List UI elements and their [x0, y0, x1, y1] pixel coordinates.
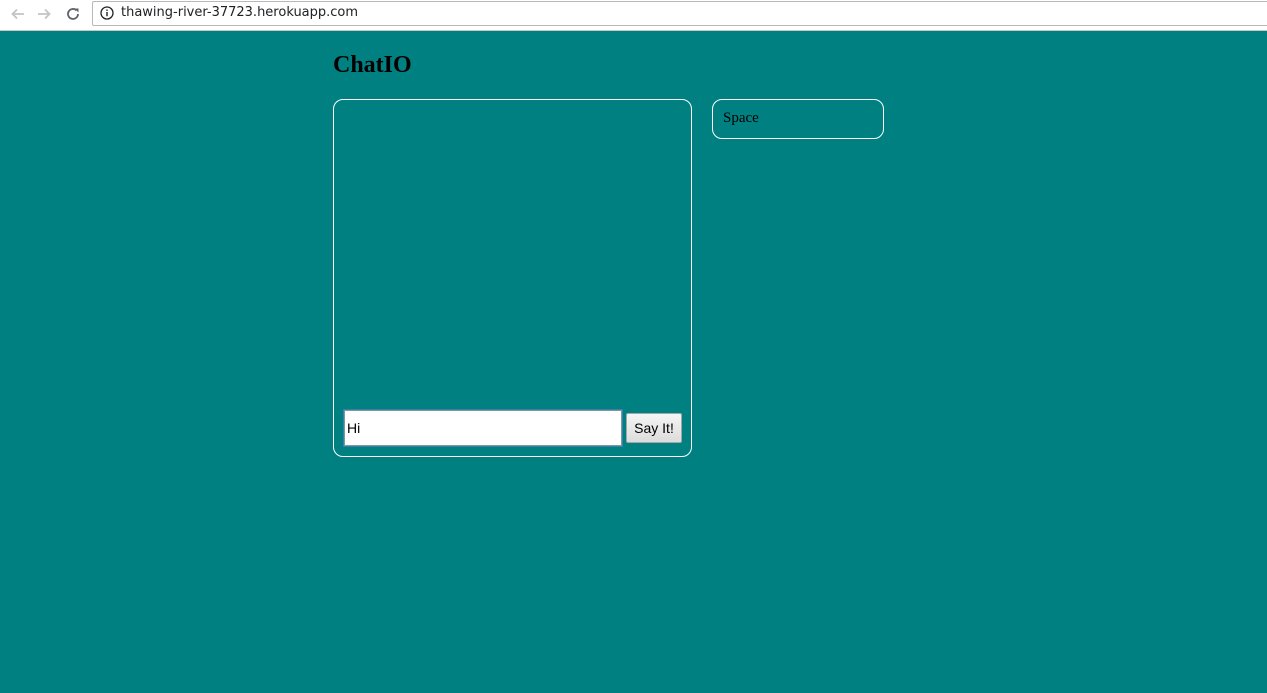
forward-button[interactable]	[34, 4, 54, 24]
room-item-space[interactable]: Space	[723, 110, 759, 127]
say-it-button[interactable]: Say It!	[626, 413, 682, 443]
reload-icon	[67, 8, 79, 20]
messages-list	[342, 108, 683, 404]
info-icon[interactable]	[100, 6, 114, 20]
rooms-panel: Space	[712, 99, 884, 139]
page-title: ChatIO	[333, 52, 412, 78]
arrow-left-icon	[11, 8, 24, 20]
chat-panel: Say It!	[333, 99, 692, 457]
browser-toolbar: thawing-river-37723.herokuapp.com	[0, 0, 1267, 31]
address-bar[interactable]: thawing-river-37723.herokuapp.com	[92, 1, 1267, 26]
arrow-right-icon	[38, 8, 51, 20]
reload-button[interactable]	[63, 4, 83, 24]
message-input[interactable]	[343, 409, 623, 447]
url-text: thawing-river-37723.herokuapp.com	[121, 5, 359, 20]
back-button[interactable]	[8, 4, 28, 24]
